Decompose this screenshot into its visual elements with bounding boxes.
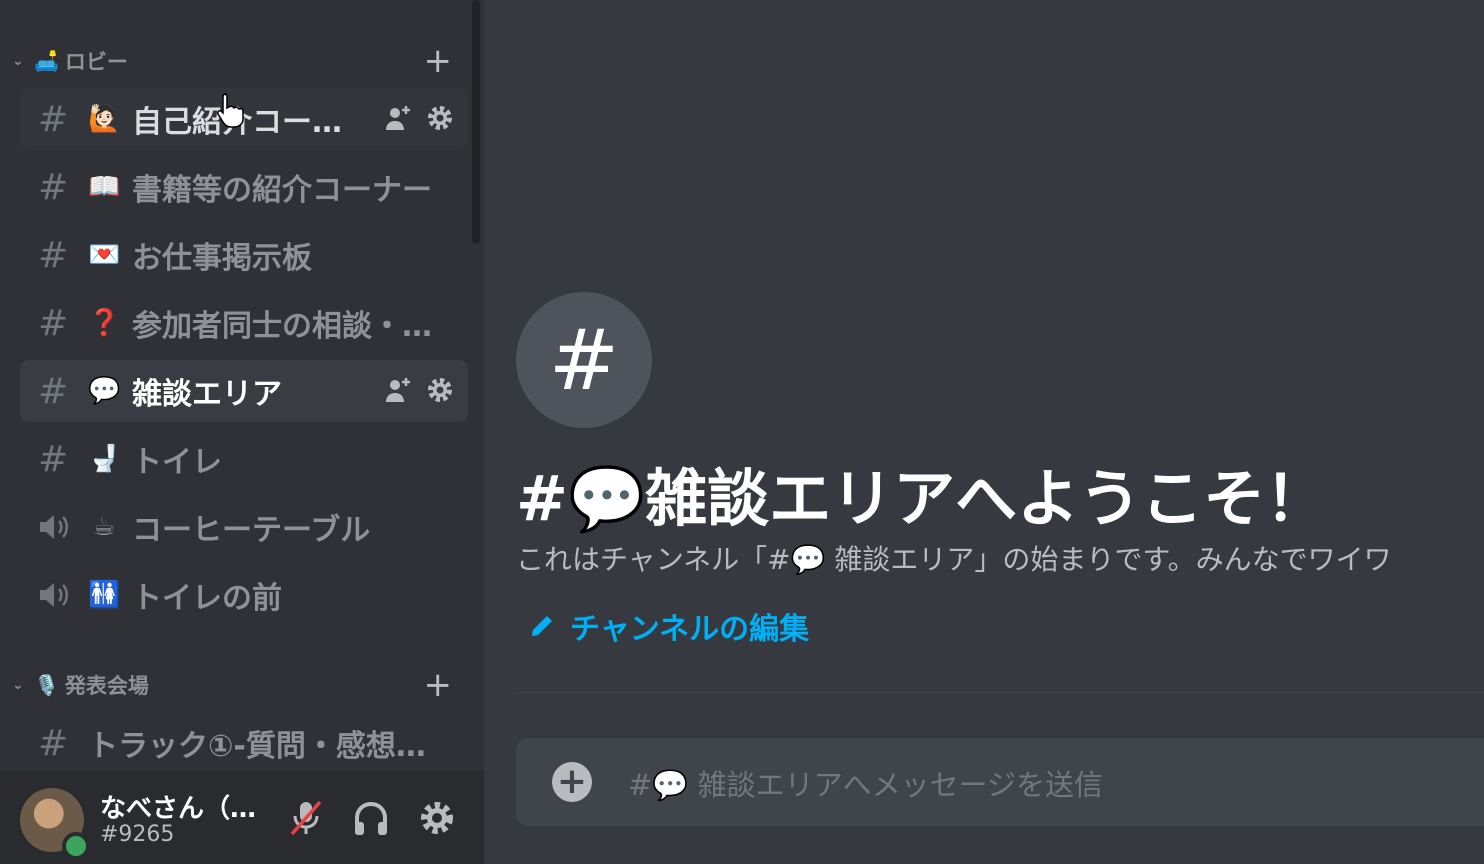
channel-emoji: ☕ (92, 512, 116, 542)
hash-icon: # (38, 370, 69, 412)
channel-item-chat[interactable]: # 💬 雑談エリア (20, 360, 468, 422)
add-channel-icon[interactable]: + (424, 666, 453, 704)
channel-name: トラック①-質問・感想… (88, 729, 426, 764)
category-emoji: 🛋️ (34, 49, 59, 73)
chevron-down-icon: ⌄ (12, 677, 24, 693)
category-lobby[interactable]: ⌄ 🛋️ ロビー + (12, 42, 452, 80)
channel-emoji: 💬 (88, 376, 121, 406)
username[interactable]: なべさん（… (100, 788, 256, 825)
edit-channel-link[interactable]: チャンネルの編集 (528, 604, 809, 648)
user-panel: なべさん（… #9265 (0, 770, 484, 864)
chevron-down-icon: ⌄ (12, 53, 24, 69)
channel-name: トイレ (132, 445, 222, 480)
message-input-placeholder[interactable]: #💬 雑談エリアへメッセージを送信 (628, 762, 1103, 804)
category-label: 発表会場 (64, 674, 149, 698)
channel-item-toilet[interactable]: # 🚽 トイレ (20, 428, 468, 490)
channel-emoji: ❓ (88, 308, 121, 338)
category-presentation[interactable]: ⌄ 🎙️ 発表会場 + (12, 666, 452, 704)
invite-icon[interactable] (384, 104, 414, 132)
pencil-icon (532, 616, 552, 636)
channel-item-books[interactable]: # 📖 書籍等の紹介コーナー (20, 156, 468, 218)
channel-item-jobs[interactable]: # 💌 お仕事掲示板 (20, 224, 468, 286)
main-chat-area: # #💬雑談エリアへようこそ！ これはチャンネル「#💬 雑談エリア」の始まりです… (484, 0, 1484, 864)
add-attachment-button[interactable]: + (552, 762, 592, 802)
channel-name: トイレの前 (132, 581, 282, 616)
gear-icon[interactable] (426, 376, 454, 404)
category-emoji: 🎙️ (34, 673, 59, 697)
channel-name: 雑談エリア (132, 377, 282, 412)
channel-sidebar: ⌄ 🛋️ ロビー + # 🙋🏻 自己紹介コー… # 📖 書籍等の紹介コーナー #… (0, 0, 484, 864)
hand-cursor-icon (217, 93, 244, 128)
channel-emoji: 🚻 (88, 580, 121, 610)
invite-icon[interactable] (384, 376, 414, 404)
hash-icon: # (38, 302, 69, 344)
channel-emoji: 📖 (88, 172, 121, 202)
channel-list: ⌄ 🛋️ ロビー + # 🙋🏻 自己紹介コー… # 📖 書籍等の紹介コーナー #… (0, 0, 484, 770)
channel-emoji: 💌 (88, 240, 121, 270)
edit-channel-label: チャンネルの編集 (570, 612, 810, 647)
message-composer[interactable]: + #💬 雑談エリアへメッセージを送信 (516, 738, 1484, 826)
user-discriminator: #9265 (100, 822, 175, 847)
hash-icon: # (38, 438, 69, 480)
channel-hash-icon: # (516, 292, 652, 428)
add-channel-icon[interactable]: + (424, 42, 453, 80)
channel-name: お仕事掲示板 (132, 241, 312, 276)
speaker-icon (38, 512, 88, 542)
channel-emoji: 🙋🏻 (88, 104, 121, 134)
user-settings-gear-icon[interactable] (418, 798, 456, 838)
hash-icon: # (38, 166, 69, 208)
voice-channel-toilet-front[interactable]: 🚻 トイレの前 (20, 564, 468, 626)
mute-microphone-icon[interactable] (288, 798, 324, 838)
hash-icon: # (38, 234, 69, 276)
channel-item-consult[interactable]: # ❓ 参加者同士の相談・… (20, 292, 468, 354)
channel-name: コーヒーテーブル (132, 513, 371, 548)
sidebar-scrollbar[interactable] (472, 0, 480, 244)
voice-channel-coffee[interactable]: ☕ コーヒーテーブル (20, 496, 468, 558)
category-label: ロビー (64, 50, 128, 74)
hash-icon: # (38, 722, 69, 764)
speaker-icon (38, 580, 88, 610)
channel-name: 参加者同士の相談・… (132, 309, 432, 344)
channel-emoji: 🚽 (88, 444, 121, 474)
channel-name: 書籍等の紹介コーナー (132, 173, 432, 208)
status-online-indicator (62, 832, 90, 860)
channel-item-track1[interactable]: # トラック①-質問・感想… (20, 712, 468, 770)
gear-icon[interactable] (426, 104, 454, 132)
welcome-description: これはチャンネル「#💬 雑談エリア」の始まりです。みんなでワイワ (516, 543, 1392, 576)
welcome-title: #💬雑談エリアへようこそ！ (516, 462, 1328, 535)
divider (516, 692, 1484, 693)
hash-icon: # (38, 98, 69, 140)
headphones-icon[interactable] (352, 798, 390, 838)
